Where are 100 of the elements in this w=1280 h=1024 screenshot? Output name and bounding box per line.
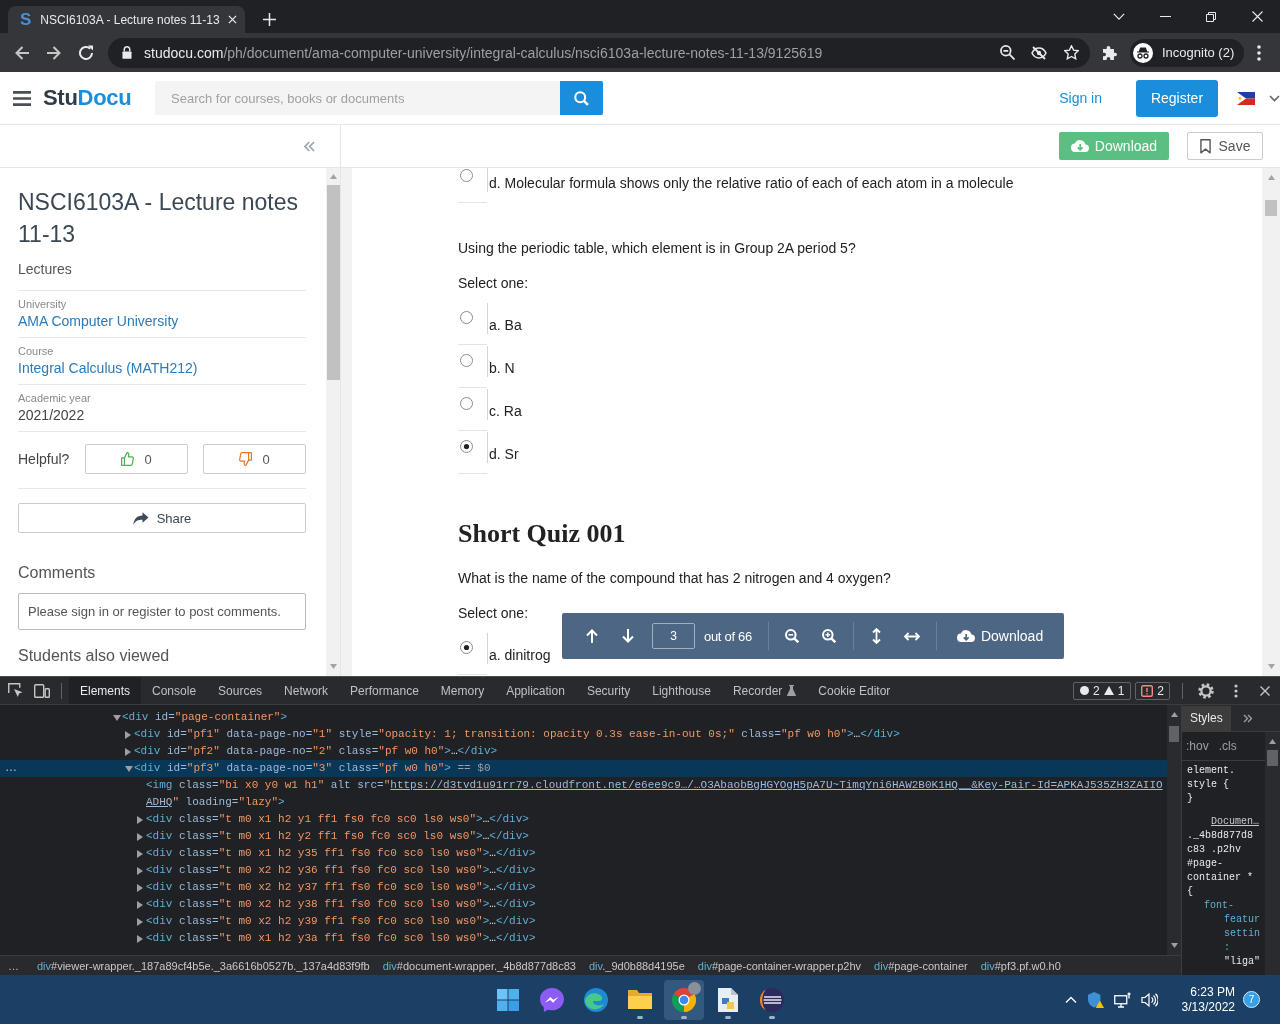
disclosure-triangle-icon[interactable]	[125, 730, 131, 739]
browser-tab[interactable]: S NSCI6103A - Lecture notes 11-13	[8, 6, 245, 33]
page-number-field[interactable]: 3	[652, 623, 695, 649]
breadcrumb-link[interactable]: div#pf3.pf.w0.h0	[980, 959, 1061, 972]
collapse-icon[interactable]	[304, 140, 315, 152]
scroll-down-arrow-icon[interactable]	[1170, 943, 1178, 948]
shield-warning-icon[interactable]	[1087, 991, 1104, 1008]
double-chevron-right-icon[interactable]	[1242, 713, 1252, 723]
scrollbar[interactable]	[1167, 705, 1181, 955]
flag-icon[interactable]	[1237, 91, 1255, 105]
issues-counter-button[interactable]: 2 1	[1072, 681, 1132, 700]
disclosure-triangle-icon[interactable]	[137, 900, 143, 909]
search-button[interactable]	[560, 81, 603, 115]
styles-tab[interactable]: Styles	[1182, 705, 1231, 731]
stylesheet-link[interactable]: Documen…	[1211, 815, 1259, 829]
more-actions-button[interactable]: …	[5, 760, 17, 775]
device-toggle-icon[interactable]	[34, 683, 50, 698]
vote-button[interactable]: 0	[85, 444, 188, 474]
arrow-down-icon[interactable]	[622, 629, 634, 643]
taskbar-button[interactable]	[664, 979, 704, 1020]
save-button[interactable]: Save	[1187, 132, 1263, 160]
disclosure-triangle-icon[interactable]	[137, 917, 143, 926]
more-options-icon[interactable]	[1257, 44, 1262, 61]
vote-button[interactable]: 0	[203, 444, 306, 474]
sign-in-link[interactable]: Sign in	[1059, 90, 1102, 106]
dom-node-row[interactable]: <img class="bi x0 y0 w1 h1" alt src="https://d3tvd1u91rr79.cloudfront.net/e6ee9c9…/…O3AbaobBgHGYOgH5pA7U~TimqYni6HAW2B0K1HQ__&Key-Pair-Id=APKAJ535ZH3ZAIIOADHQ" loading="lazy">	[137, 777, 1167, 811]
vertical-arrows-icon[interactable]	[871, 628, 881, 644]
address-bar[interactable]: studocu.com/ph/document/ama-computer-university/integral-calculus/nsci6103a-lecture-notes-11-13/9125619	[108, 37, 1090, 68]
reload-icon[interactable]	[78, 45, 94, 60]
breadcrumb-link[interactable]: div#page-container-wrapper.p2hv	[697, 959, 862, 972]
dom-node-row[interactable]: <div class="t m0 x2 h2 y37 ff1 fs0 fc0 sc0 ls0 ws0">…</div>	[137, 879, 536, 896]
speaker-icon[interactable]	[1140, 992, 1158, 1007]
back-arrow-icon[interactable]	[14, 44, 30, 61]
zoom-out-icon[interactable]	[784, 629, 799, 643]
profile-button[interactable]: Incognito (2)	[1130, 38, 1245, 67]
dom-node-row[interactable]: <div id="pf2" data-page-no="2" class="pf w0 h0">…</div>	[125, 743, 498, 760]
filter-toggle-button[interactable]: :hov	[1186, 739, 1209, 753]
star-icon[interactable]	[1063, 45, 1079, 60]
devtools-tab[interactable]: Elements	[69, 677, 142, 704]
detail-link[interactable]: Integral Calculus (MATH212)	[18, 359, 198, 377]
breadcrumb-link[interactable]: div#document-wrapper._4b8d877d8c83	[382, 959, 576, 972]
minimize-icon[interactable]	[1159, 16, 1171, 17]
zoom-in-icon[interactable]	[821, 629, 836, 643]
dom-node-row[interactable]: <div class="t m0 x1 h2 y3a ff1 fs0 fc0 sc0 ls0 ws0">…</div>	[137, 930, 536, 947]
disclosure-triangle-icon[interactable]	[113, 714, 121, 721]
eye-slash-icon[interactable]	[1031, 45, 1047, 60]
register-button[interactable]: Register	[1136, 79, 1218, 117]
scrollbar-thumb[interactable]	[1265, 200, 1277, 216]
close-icon[interactable]	[1260, 685, 1270, 696]
horizontal-arrows-icon[interactable]	[903, 631, 920, 641]
scrollbar[interactable]	[1265, 732, 1280, 975]
disclosure-triangle-icon[interactable]	[137, 934, 143, 943]
dom-node-row[interactable]: <div class="t m0 x1 h2 y1 ff1 fs0 fc0 sc0 ls0 ws0">…</div>	[137, 811, 529, 828]
scrollbar-thumb[interactable]	[326, 185, 340, 380]
radio-button[interactable]	[460, 354, 473, 367]
disclosure-triangle-icon[interactable]	[137, 883, 143, 892]
devtools-tab[interactable]: Cookie Editor	[807, 677, 902, 704]
more-options-icon[interactable]	[1234, 683, 1238, 698]
dom-node-row[interactable]: <div class="t m0 x2 h2 y36 ff1 fs0 fc0 sc0 ls0 ws0">…</div>	[137, 862, 536, 879]
devtools-tab[interactable]: Network	[273, 677, 340, 704]
disclosure-triangle-icon[interactable]	[137, 866, 143, 875]
dom-node-row[interactable]: <div class="t m0 x2 h2 y38 ff1 fs0 fc0 sc0 ls0 ws0">…</div>	[137, 896, 536, 913]
devtools-tab[interactable]: Performance	[339, 677, 430, 704]
disclosure-triangle-icon[interactable]	[137, 849, 143, 858]
arrow-up-icon[interactable]	[586, 629, 598, 643]
scroll-up-arrow-icon[interactable]	[1269, 739, 1276, 744]
breadcrumb-overflow-button[interactable]: …	[8, 959, 19, 972]
scrollbar-thumb[interactable]	[1267, 750, 1278, 766]
dom-node-row[interactable]: <div class="t m0 x2 h2 y39 ff1 fs0 fc0 sc0 ls0 ws0">…</div>	[137, 913, 536, 930]
disclosure-triangle-icon[interactable]	[125, 747, 131, 756]
disclosure-triangle-icon[interactable]	[137, 832, 143, 841]
forward-arrow-icon[interactable]	[46, 44, 62, 61]
detail-link[interactable]: AMA Computer University	[18, 312, 179, 330]
disclosure-triangle-icon[interactable]	[137, 815, 143, 824]
devtools-tab[interactable]: Sources	[207, 677, 274, 704]
dom-node-row[interactable]: … <div id="pf3" data-page-no="3" class="pf w0 h0"> == $0	[0, 760, 1167, 777]
disclosure-triangle-icon[interactable]	[125, 765, 133, 772]
zoom-out-icon[interactable]	[999, 45, 1015, 60]
scroll-up-arrow-icon[interactable]	[1170, 712, 1178, 717]
scrollbar-thumb[interactable]	[1169, 726, 1179, 742]
dom-node-row[interactable]: <div id="page-container">	[113, 709, 288, 726]
download-button[interactable]: Download	[946, 620, 1054, 652]
devtools-tab[interactable]: Console	[141, 677, 208, 704]
clock-time[interactable]: 6:23 PM	[1190, 984, 1235, 1000]
share-button[interactable]: Share	[18, 503, 306, 533]
restore-icon[interactable]	[1206, 11, 1216, 22]
radio-button[interactable]	[460, 169, 473, 182]
site-logo[interactable]: StuDocu	[43, 85, 132, 110]
dom-node-row[interactable]: <div class="t m0 x1 h2 y2 ff1 fs0 fc0 sc0 ls0 ws0">…</div>	[137, 828, 529, 845]
breadcrumb-link[interactable]: div#page-container	[874, 959, 968, 972]
devtools-tab[interactable]: Memory	[429, 677, 496, 704]
filter-toggle-button[interactable]: .cls	[1218, 739, 1237, 753]
clock-date[interactable]: 3/13/2022	[1181, 999, 1235, 1015]
breadcrumb-link[interactable]: div._9d0b88d4195e	[589, 959, 685, 972]
breadcrumb-link[interactable]: div#viewer-wrapper._187a89cf4b5e._3a6616b0527b._137a4d83f9fb	[37, 959, 370, 972]
radio-button[interactable]	[460, 440, 473, 453]
devtools-tab[interactable]: Lighthouse	[641, 677, 722, 704]
menu-icon[interactable]	[13, 90, 31, 106]
network-icon[interactable]	[1113, 991, 1131, 1008]
devtools-tab[interactable]: Application	[495, 677, 576, 704]
